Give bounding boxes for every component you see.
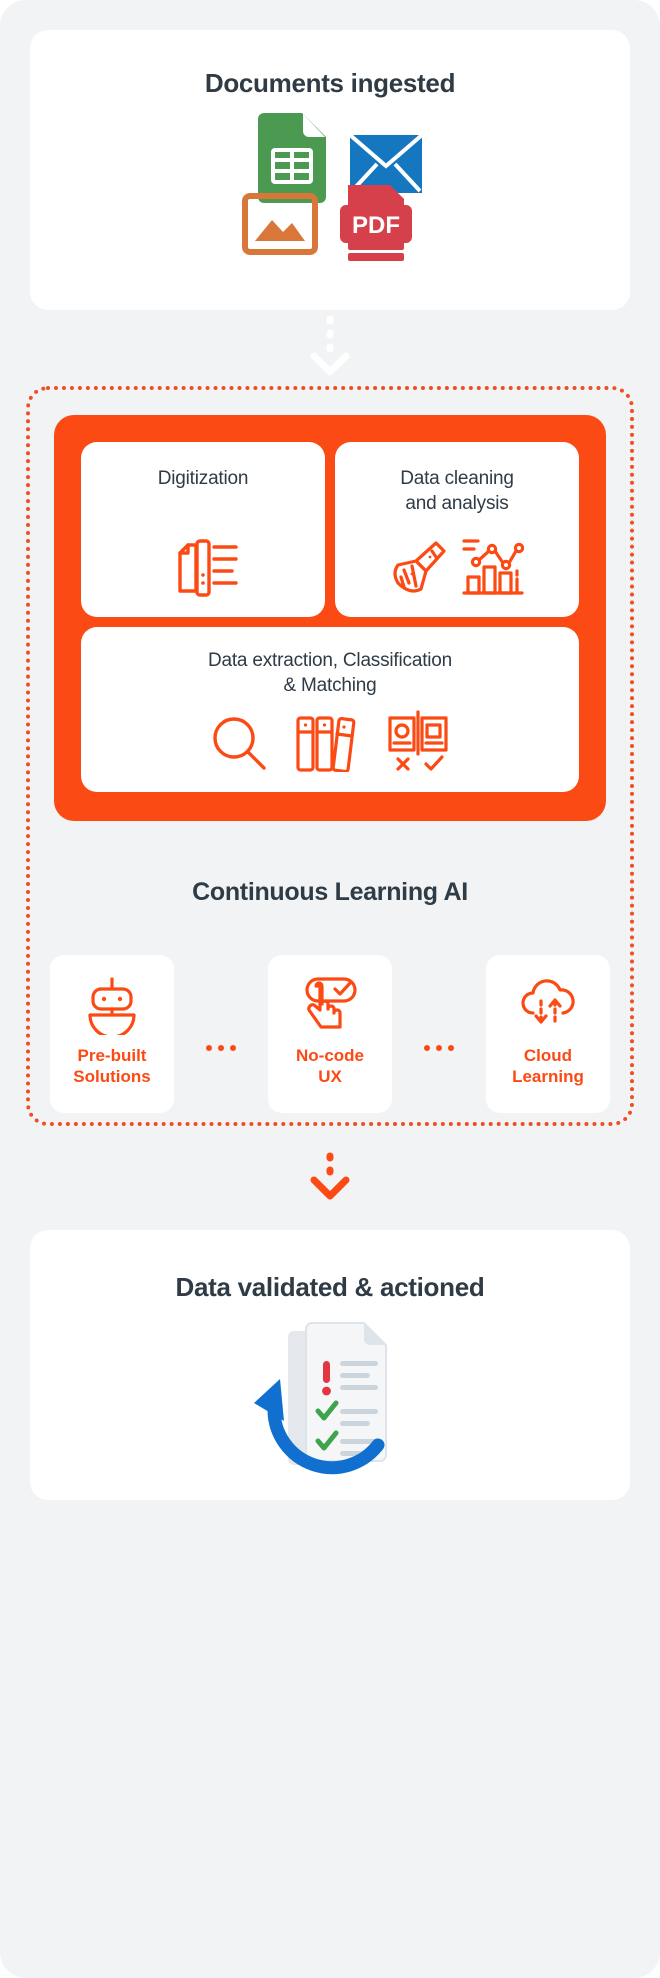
alert-exclamation-icon [322,1361,331,1396]
document-type-icon-group: PDF [30,105,630,275]
robot-icon [81,977,143,1035]
connector-top [0,316,660,380]
infographic-page: Documents ingested PDF Digitization Data… [0,0,660,1978]
data-cleaning-card: Data cleaning and analysis [335,442,579,617]
digitization-icon-group [166,539,240,597]
pre-built-solutions-label: Pre-built Solutions [73,1045,150,1088]
dot [424,1045,430,1051]
cloud-learning-card[interactable]: Cloud Learning [486,955,610,1113]
pre-built-label-line1: Pre-built [77,1046,147,1065]
dot [218,1045,224,1051]
dot [206,1045,212,1051]
data-cleaning-label-line2: and analysis [405,493,509,515]
connector-dots-2 [392,1045,486,1051]
pre-built-solutions-card[interactable]: Pre-built Solutions [50,955,174,1113]
document-scanner-icon [166,539,240,597]
spreadsheet-document-icon [258,113,326,203]
data-validated-card: Data validated & actioned [30,1230,630,1500]
books-archive-icon [296,714,358,772]
image-file-icon [242,193,318,255]
processing-card-row: Digitization Data cleaning and analysis [81,442,579,617]
no-code-label-line2: UX [318,1067,342,1087]
data-extraction-label-line1: Data extraction, Classification [207,650,453,671]
data-extraction-label: Data extraction, Classification & Matchi… [208,648,452,698]
dot [436,1045,442,1051]
dot [448,1045,454,1051]
cloud-sync-icon [517,977,579,1035]
cloud-label-line1: Cloud [523,1046,573,1065]
data-extraction-card: Data extraction, Classification & Matchi… [81,627,579,792]
data-cleaning-label-line1: Data cleaning [400,468,514,489]
data-extraction-icon-group [210,710,450,772]
continuous-learning-heading: Continuous Learning AI [192,878,468,906]
digitization-label: Digitization [157,468,249,489]
no-code-ux-card[interactable]: No-code UX [268,955,392,1113]
chevron-down-icon [310,352,350,376]
documents-ingested-title: Documents ingested [204,68,456,98]
digitization-card: Digitization [81,442,325,617]
data-cleaning-label: Data cleaning and analysis [400,466,514,516]
pre-built-label-line2: Solutions [73,1067,151,1087]
documents-ingested-card: Documents ingested PDF [30,30,630,310]
connector-dots-1 [174,1045,268,1051]
broom-icon [390,539,448,597]
no-code-ux-label: No-code UX [296,1045,364,1088]
data-extraction-label-line2: & Matching [283,675,377,697]
tap-check-hand-icon [299,977,361,1035]
pdf-label: PDF [352,212,400,239]
chevron-down-icon [310,1176,350,1200]
data-validated-title: Data validated & actioned [175,1272,485,1302]
connector-bottom [0,1132,660,1202]
validated-document-illustration [30,1317,630,1487]
pdf-file-icon: PDF [340,185,412,261]
dot [230,1045,236,1051]
no-code-label-line1: No-code [296,1046,364,1065]
cloud-label-line2: Learning [512,1067,584,1087]
continuous-learning-card-row: Pre-built Solutions No-code UX Cloud Lea… [50,955,610,1113]
match-compare-icon [386,710,450,772]
cloud-learning-label: Cloud Learning [512,1045,584,1088]
data-cleaning-icon-group [390,537,524,597]
magnifying-glass-icon [210,714,268,772]
analytics-chart-icon [462,537,524,597]
processing-panel: Digitization Data cleaning and analysis … [54,415,606,821]
